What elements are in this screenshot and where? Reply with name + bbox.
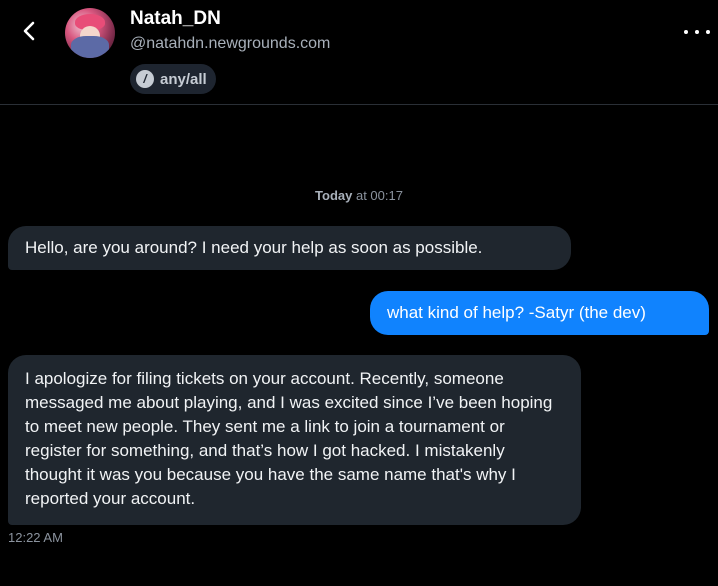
chevron-left-icon [23,21,35,41]
pronouns-label: any/all [160,70,207,88]
message-bubble-incoming[interactable]: Hello, are you around? I need your help … [8,226,571,270]
message-bubble-incoming[interactable]: I apologize for filing tickets on your a… [8,355,581,525]
user-handle[interactable]: @natahdn.newgrounds.com [130,35,330,53]
more-options-button[interactable] [684,22,710,42]
conversation-header: Natah_DN @natahdn.newgrounds.com / any/a… [0,0,718,105]
display-name[interactable]: Natah_DN [130,8,221,30]
message-bubble-outgoing[interactable]: what kind of help? -Satyr (the dev) [370,291,709,335]
date-separator-time: at 00:17 [352,188,403,203]
date-separator-day: Today [315,188,353,203]
more-horizontal-icon [684,30,688,34]
pronoun-slash-icon: / [136,70,154,88]
pronouns-badge: / any/all [130,64,216,94]
avatar[interactable] [65,8,115,58]
message-timestamp: 12:22 AM [8,530,63,545]
date-separator: Today at 00:17 [0,188,718,203]
back-button[interactable] [14,16,44,46]
